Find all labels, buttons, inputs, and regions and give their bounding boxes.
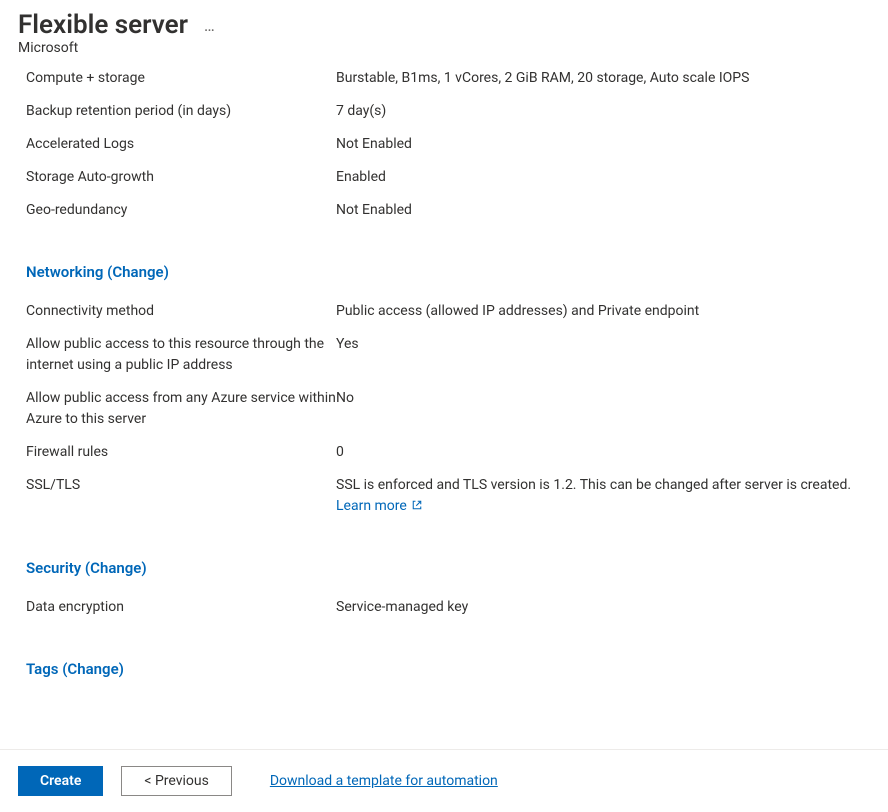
page-header: Flexible server … Microsoft [0, 0, 888, 58]
row-public-access-azure: Allow public access from any Azure servi… [26, 382, 870, 436]
content-area: Compute + storage Burstable, B1ms, 1 vCo… [0, 58, 888, 678]
row-value: Enabled [336, 167, 870, 188]
row-storage-autogrowth: Storage Auto-growth Enabled [26, 161, 870, 194]
external-link-icon [411, 499, 423, 511]
row-label: Firewall rules [26, 442, 336, 463]
section-networking-heading[interactable]: Networking (Change) [26, 263, 870, 281]
row-label: Allow public access from any Azure servi… [26, 388, 336, 430]
more-options-icon[interactable]: … [204, 16, 217, 35]
row-label: Allow public access to this resource thr… [26, 334, 336, 376]
row-label: SSL/TLS [26, 475, 336, 496]
row-label: Connectivity method [26, 301, 336, 322]
row-label: Compute + storage [26, 68, 336, 89]
row-ssl-tls: SSL/TLS SSL is enforced and TLS version … [26, 469, 870, 523]
section-tags-heading[interactable]: Tags (Change) [26, 660, 870, 678]
row-firewall-rules: Firewall rules 0 [26, 436, 870, 469]
row-value: Service-managed key [336, 597, 870, 618]
row-value: No [336, 388, 870, 409]
download-template-link[interactable]: Download a template for automation [270, 773, 498, 789]
row-value: Burstable, B1ms, 1 vCores, 2 GiB RAM, 20… [336, 68, 870, 89]
row-public-access-internet: Allow public access to this resource thr… [26, 328, 870, 382]
page-subtitle: Microsoft [18, 40, 870, 56]
row-value: Not Enabled [336, 200, 870, 221]
row-label: Data encryption [26, 597, 336, 618]
row-connectivity-method: Connectivity method Public access (allow… [26, 295, 870, 328]
row-value: Public access (allowed IP addresses) and… [336, 301, 870, 322]
create-button[interactable]: Create [18, 766, 103, 796]
previous-button[interactable]: < Previous [121, 766, 231, 796]
page-title: Flexible server [18, 10, 188, 40]
row-backup-retention: Backup retention period (in days) 7 day(… [26, 95, 870, 128]
row-value: 7 day(s) [336, 101, 870, 122]
row-label: Accelerated Logs [26, 134, 336, 155]
row-compute-storage: Compute + storage Burstable, B1ms, 1 vCo… [26, 62, 870, 95]
footer-bar: Create < Previous Download a template fo… [0, 749, 888, 812]
ssl-text: SSL is enforced and TLS version is 1.2. … [336, 477, 851, 493]
row-geo-redundancy: Geo-redundancy Not Enabled [26, 194, 870, 227]
learn-more-link[interactable]: Learn more [336, 498, 423, 514]
row-value: 0 [336, 442, 870, 463]
row-label: Geo-redundancy [26, 200, 336, 221]
row-label: Storage Auto-growth [26, 167, 336, 188]
row-label: Backup retention period (in days) [26, 101, 336, 122]
section-security-heading[interactable]: Security (Change) [26, 559, 870, 577]
row-value: Not Enabled [336, 134, 870, 155]
row-data-encryption: Data encryption Service-managed key [26, 591, 870, 624]
row-accelerated-logs: Accelerated Logs Not Enabled [26, 128, 870, 161]
row-value: SSL is enforced and TLS version is 1.2. … [336, 475, 870, 517]
row-value: Yes [336, 334, 870, 355]
